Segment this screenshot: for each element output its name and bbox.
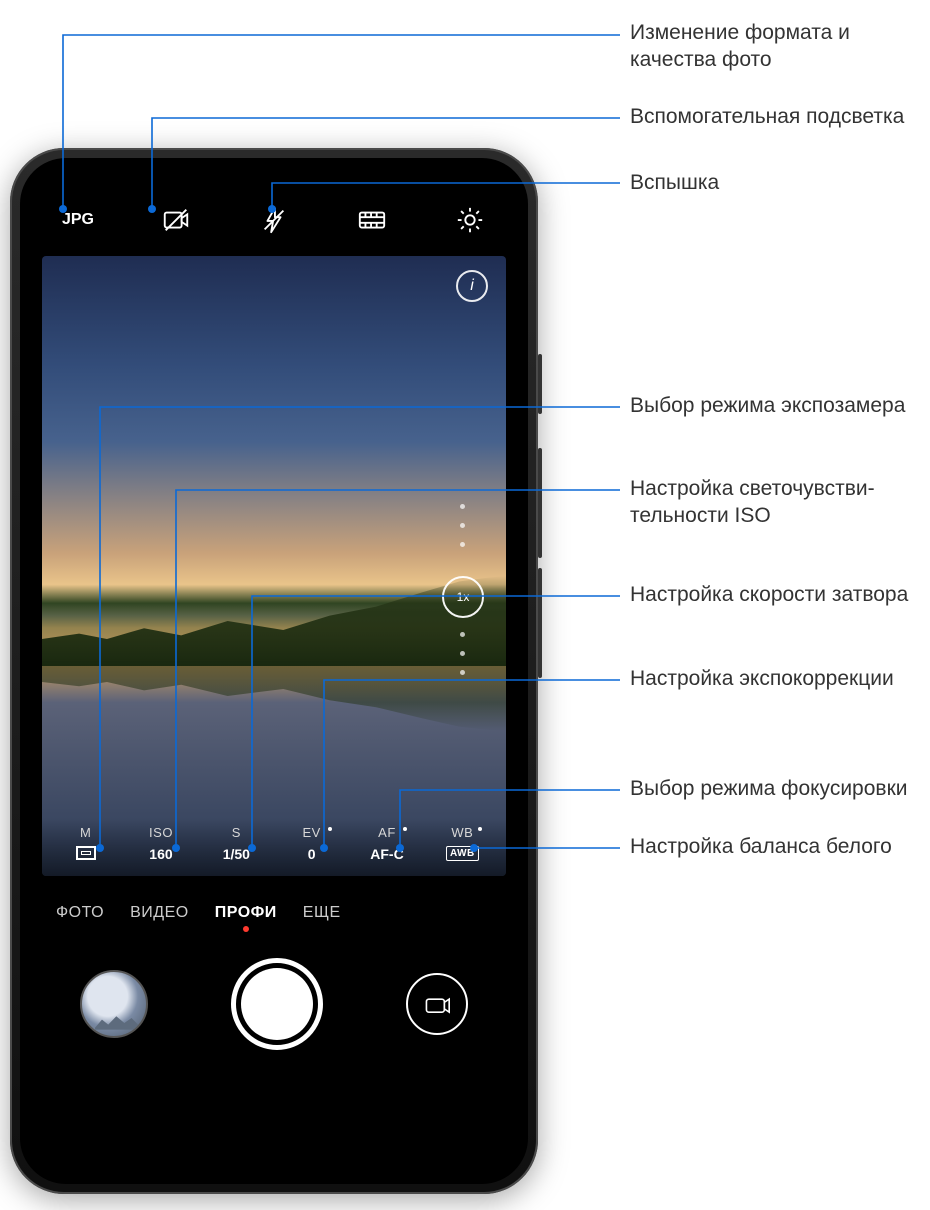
callout-flash: Вспышка xyxy=(630,170,920,197)
viewfinder[interactable]: i 1x M ISO 160 xyxy=(42,256,506,876)
grid-button[interactable] xyxy=(348,202,396,238)
phone-frame: JPG xyxy=(10,148,538,1194)
callout-shutter: Настройка скорости затвора xyxy=(630,582,920,609)
param-iso[interactable]: ISO 160 xyxy=(131,825,191,862)
mode-more[interactable]: ЕЩЕ xyxy=(303,904,341,922)
param-value: 0 xyxy=(308,846,316,862)
camera-icon xyxy=(424,991,450,1017)
mode-photo[interactable]: ФОТО xyxy=(56,904,104,922)
callout-iso: Настройка светочувстви­тельности ISO xyxy=(630,476,920,530)
param-label: EV xyxy=(302,825,320,840)
callout-metering: Выбор режима экспозамера xyxy=(630,393,920,420)
callout-assist: Вспомогательная подсветка xyxy=(630,104,920,131)
mode-pro[interactable]: ПРОФИ xyxy=(215,904,277,922)
zoom-scale-dots xyxy=(460,632,465,675)
param-value: 160 xyxy=(149,846,172,862)
param-metering[interactable]: M xyxy=(56,825,116,862)
metering-icon xyxy=(76,846,96,860)
param-label: ISO xyxy=(149,825,173,840)
film-icon xyxy=(357,205,387,235)
callout-format: Изменение формата и качества фото xyxy=(630,20,920,74)
zoom-value: 1x xyxy=(457,590,470,604)
pro-params-row: M ISO 160 S 1/50 EV 0 xyxy=(42,819,506,876)
param-ev[interactable]: EV 0 xyxy=(282,825,342,862)
mode-selector[interactable]: ФОТО ВИДЕО ПРОФИ ЕЩЕ xyxy=(32,876,516,934)
mode-video[interactable]: ВИДЕО xyxy=(130,904,189,922)
format-label: JPG xyxy=(62,211,94,229)
param-af[interactable]: AF AF-C xyxy=(357,825,417,862)
settings-button[interactable] xyxy=(446,202,494,238)
gear-icon xyxy=(455,205,485,235)
gallery-thumbnail[interactable] xyxy=(80,970,148,1038)
shutter-button[interactable] xyxy=(231,958,323,1050)
param-label: M xyxy=(80,825,91,840)
flash-button[interactable] xyxy=(250,202,298,238)
switch-camera-button[interactable] xyxy=(406,973,468,1035)
callout-wb: Настройка баланса белого xyxy=(630,834,920,861)
assist-light-icon xyxy=(161,205,191,235)
camera-topbar: JPG xyxy=(32,172,516,256)
param-wb[interactable]: WB AWB xyxy=(432,825,492,862)
callout-ev: Настройка экспокоррекции xyxy=(630,666,920,693)
param-label: S xyxy=(232,825,241,840)
format-button[interactable]: JPG xyxy=(54,202,102,238)
param-label: AF xyxy=(378,825,396,840)
param-shutter[interactable]: S 1/50 xyxy=(206,825,266,862)
param-label: WB xyxy=(451,825,473,840)
param-value: 1/50 xyxy=(223,846,250,862)
callout-af: Выбор режима фокусировки xyxy=(630,776,920,803)
info-button[interactable]: i xyxy=(456,270,488,302)
zoom-indicator[interactable]: 1x xyxy=(442,576,484,618)
param-value: AF-C xyxy=(370,846,403,862)
camera-screen: JPG xyxy=(32,172,516,1166)
zoom-scale-dots xyxy=(460,504,465,547)
info-icon: i xyxy=(470,277,474,295)
flash-off-icon xyxy=(259,205,289,235)
param-value: AWB xyxy=(446,846,479,861)
assist-light-button[interactable] xyxy=(152,202,200,238)
bottom-controls xyxy=(32,934,516,1050)
